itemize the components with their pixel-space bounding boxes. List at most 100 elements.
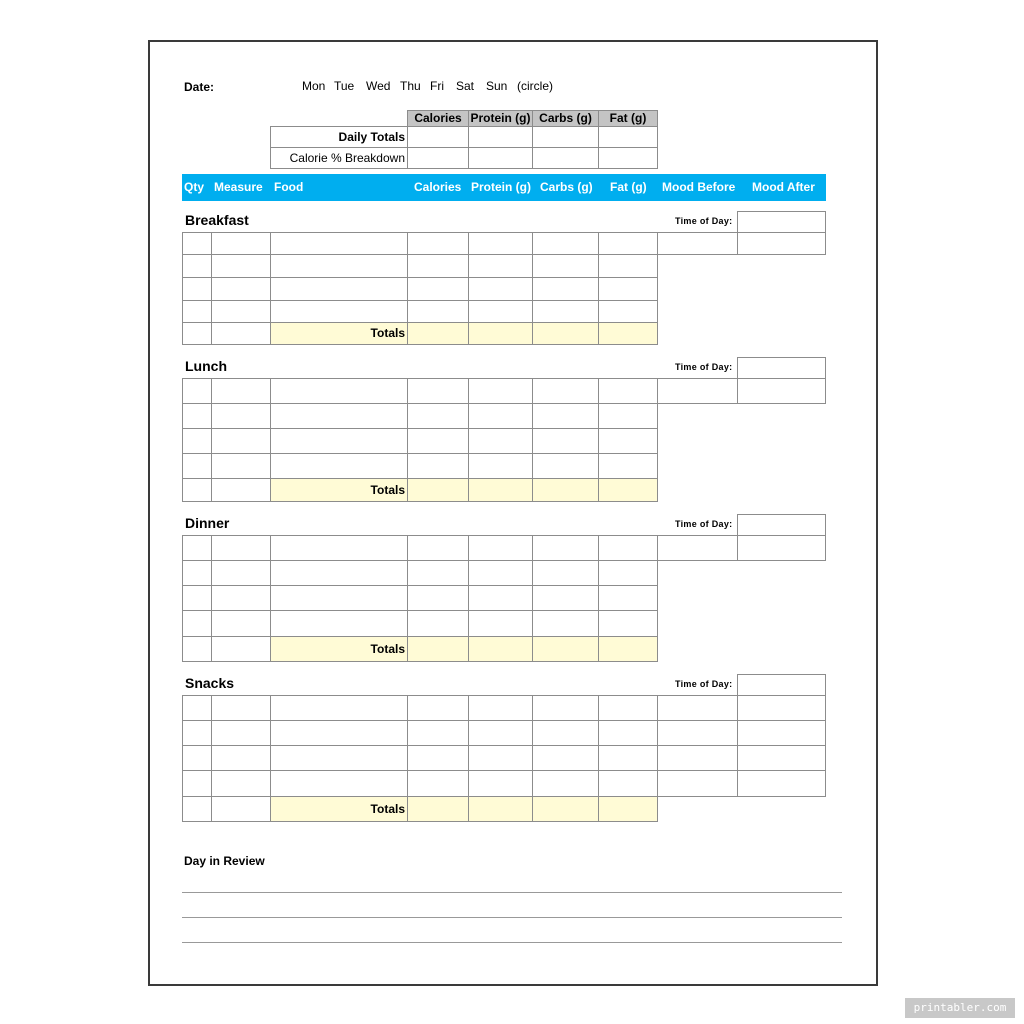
entry-cell[interactable]: [598, 300, 658, 323]
summary-cell[interactable]: [468, 147, 533, 169]
entry-cell[interactable]: [182, 535, 212, 561]
entry-cell[interactable]: [737, 720, 826, 746]
entry-cell[interactable]: [211, 232, 271, 255]
entry-cell[interactable]: [270, 453, 408, 479]
totals-cell[interactable]: [598, 796, 658, 822]
entry-cell[interactable]: [270, 403, 408, 429]
entry-cell[interactable]: [182, 720, 212, 746]
summary-cell[interactable]: [407, 126, 469, 148]
summary-cell[interactable]: [468, 126, 533, 148]
entry-cell[interactable]: [468, 585, 533, 611]
entry-cell[interactable]: [182, 770, 212, 797]
entry-cell[interactable]: [657, 745, 738, 771]
entry-cell[interactable]: [270, 560, 408, 586]
entry-cell[interactable]: [657, 695, 738, 721]
entry-cell[interactable]: [182, 585, 212, 611]
entry-cell[interactable]: [182, 277, 212, 301]
entry-cell[interactable]: [532, 770, 599, 797]
entry-cell[interactable]: [270, 720, 408, 746]
entry-cell[interactable]: [211, 300, 271, 323]
entry-cell[interactable]: [407, 610, 469, 637]
entry-cell[interactable]: [211, 636, 271, 662]
entry-cell[interactable]: [211, 560, 271, 586]
entry-cell[interactable]: [657, 378, 738, 404]
entry-cell[interactable]: [598, 277, 658, 301]
entry-cell[interactable]: [407, 770, 469, 797]
entry-cell[interactable]: [657, 770, 738, 797]
entry-cell[interactable]: [182, 636, 212, 662]
entry-cell[interactable]: [182, 745, 212, 771]
entry-cell[interactable]: [407, 585, 469, 611]
entry-cell[interactable]: [532, 277, 599, 301]
entry-cell[interactable]: [270, 378, 408, 404]
totals-cell[interactable]: [407, 796, 469, 822]
entry-cell[interactable]: [532, 720, 599, 746]
entry-cell[interactable]: [407, 232, 469, 255]
entry-cell[interactable]: [598, 254, 658, 278]
entry-cell[interactable]: [598, 770, 658, 797]
entry-cell[interactable]: [598, 695, 658, 721]
entry-cell[interactable]: [182, 478, 212, 502]
entry-cell[interactable]: [468, 720, 533, 746]
entry-cell[interactable]: [270, 585, 408, 611]
entry-cell[interactable]: [468, 453, 533, 479]
entry-cell[interactable]: [211, 535, 271, 561]
entry-cell[interactable]: [532, 378, 599, 404]
review-line[interactable]: [182, 917, 842, 918]
totals-cell[interactable]: [532, 478, 599, 502]
entry-cell[interactable]: [182, 403, 212, 429]
entry-cell[interactable]: [182, 428, 212, 454]
totals-cell[interactable]: [407, 478, 469, 502]
entry-cell[interactable]: [468, 560, 533, 586]
entry-cell[interactable]: [468, 403, 533, 429]
entry-cell[interactable]: [468, 378, 533, 404]
time-of-day-input[interactable]: [737, 674, 826, 696]
entry-cell[interactable]: [737, 695, 826, 721]
entry-cell[interactable]: [532, 610, 599, 637]
totals-cell[interactable]: [532, 796, 599, 822]
entry-cell[interactable]: [598, 453, 658, 479]
entry-cell[interactable]: [211, 403, 271, 429]
totals-cell[interactable]: [532, 636, 599, 662]
totals-cell[interactable]: [407, 636, 469, 662]
entry-cell[interactable]: [211, 428, 271, 454]
entry-cell[interactable]: [598, 745, 658, 771]
entry-cell[interactable]: [598, 378, 658, 404]
totals-cell[interactable]: [407, 322, 469, 345]
entry-cell[interactable]: [211, 720, 271, 746]
totals-cell[interactable]: [598, 636, 658, 662]
day-option-sun[interactable]: Sun: [486, 79, 507, 93]
time-of-day-input[interactable]: [737, 514, 826, 536]
entry-cell[interactable]: [532, 560, 599, 586]
entry-cell[interactable]: [182, 254, 212, 278]
entry-cell[interactable]: [468, 770, 533, 797]
entry-cell[interactable]: [468, 428, 533, 454]
entry-cell[interactable]: [182, 322, 212, 345]
totals-cell[interactable]: [598, 322, 658, 345]
entry-cell[interactable]: [532, 300, 599, 323]
entry-cell[interactable]: [598, 560, 658, 586]
totals-cell[interactable]: [468, 796, 533, 822]
entry-cell[interactable]: [532, 535, 599, 561]
entry-cell[interactable]: [270, 428, 408, 454]
entry-cell[interactable]: [211, 796, 271, 822]
review-line[interactable]: [182, 892, 842, 893]
entry-cell[interactable]: [211, 695, 271, 721]
entry-cell[interactable]: [270, 610, 408, 637]
totals-cell[interactable]: [598, 478, 658, 502]
entry-cell[interactable]: [468, 277, 533, 301]
totals-cell[interactable]: [468, 636, 533, 662]
entry-cell[interactable]: [532, 745, 599, 771]
review-line[interactable]: [182, 942, 842, 943]
entry-cell[interactable]: [598, 610, 658, 637]
entry-cell[interactable]: [598, 585, 658, 611]
entry-cell[interactable]: [407, 695, 469, 721]
entry-cell[interactable]: [532, 453, 599, 479]
entry-cell[interactable]: [211, 378, 271, 404]
entry-cell[interactable]: [532, 254, 599, 278]
entry-cell[interactable]: [270, 770, 408, 797]
totals-cell[interactable]: [532, 322, 599, 345]
entry-cell[interactable]: [407, 560, 469, 586]
entry-cell[interactable]: [532, 695, 599, 721]
entry-cell[interactable]: [532, 232, 599, 255]
